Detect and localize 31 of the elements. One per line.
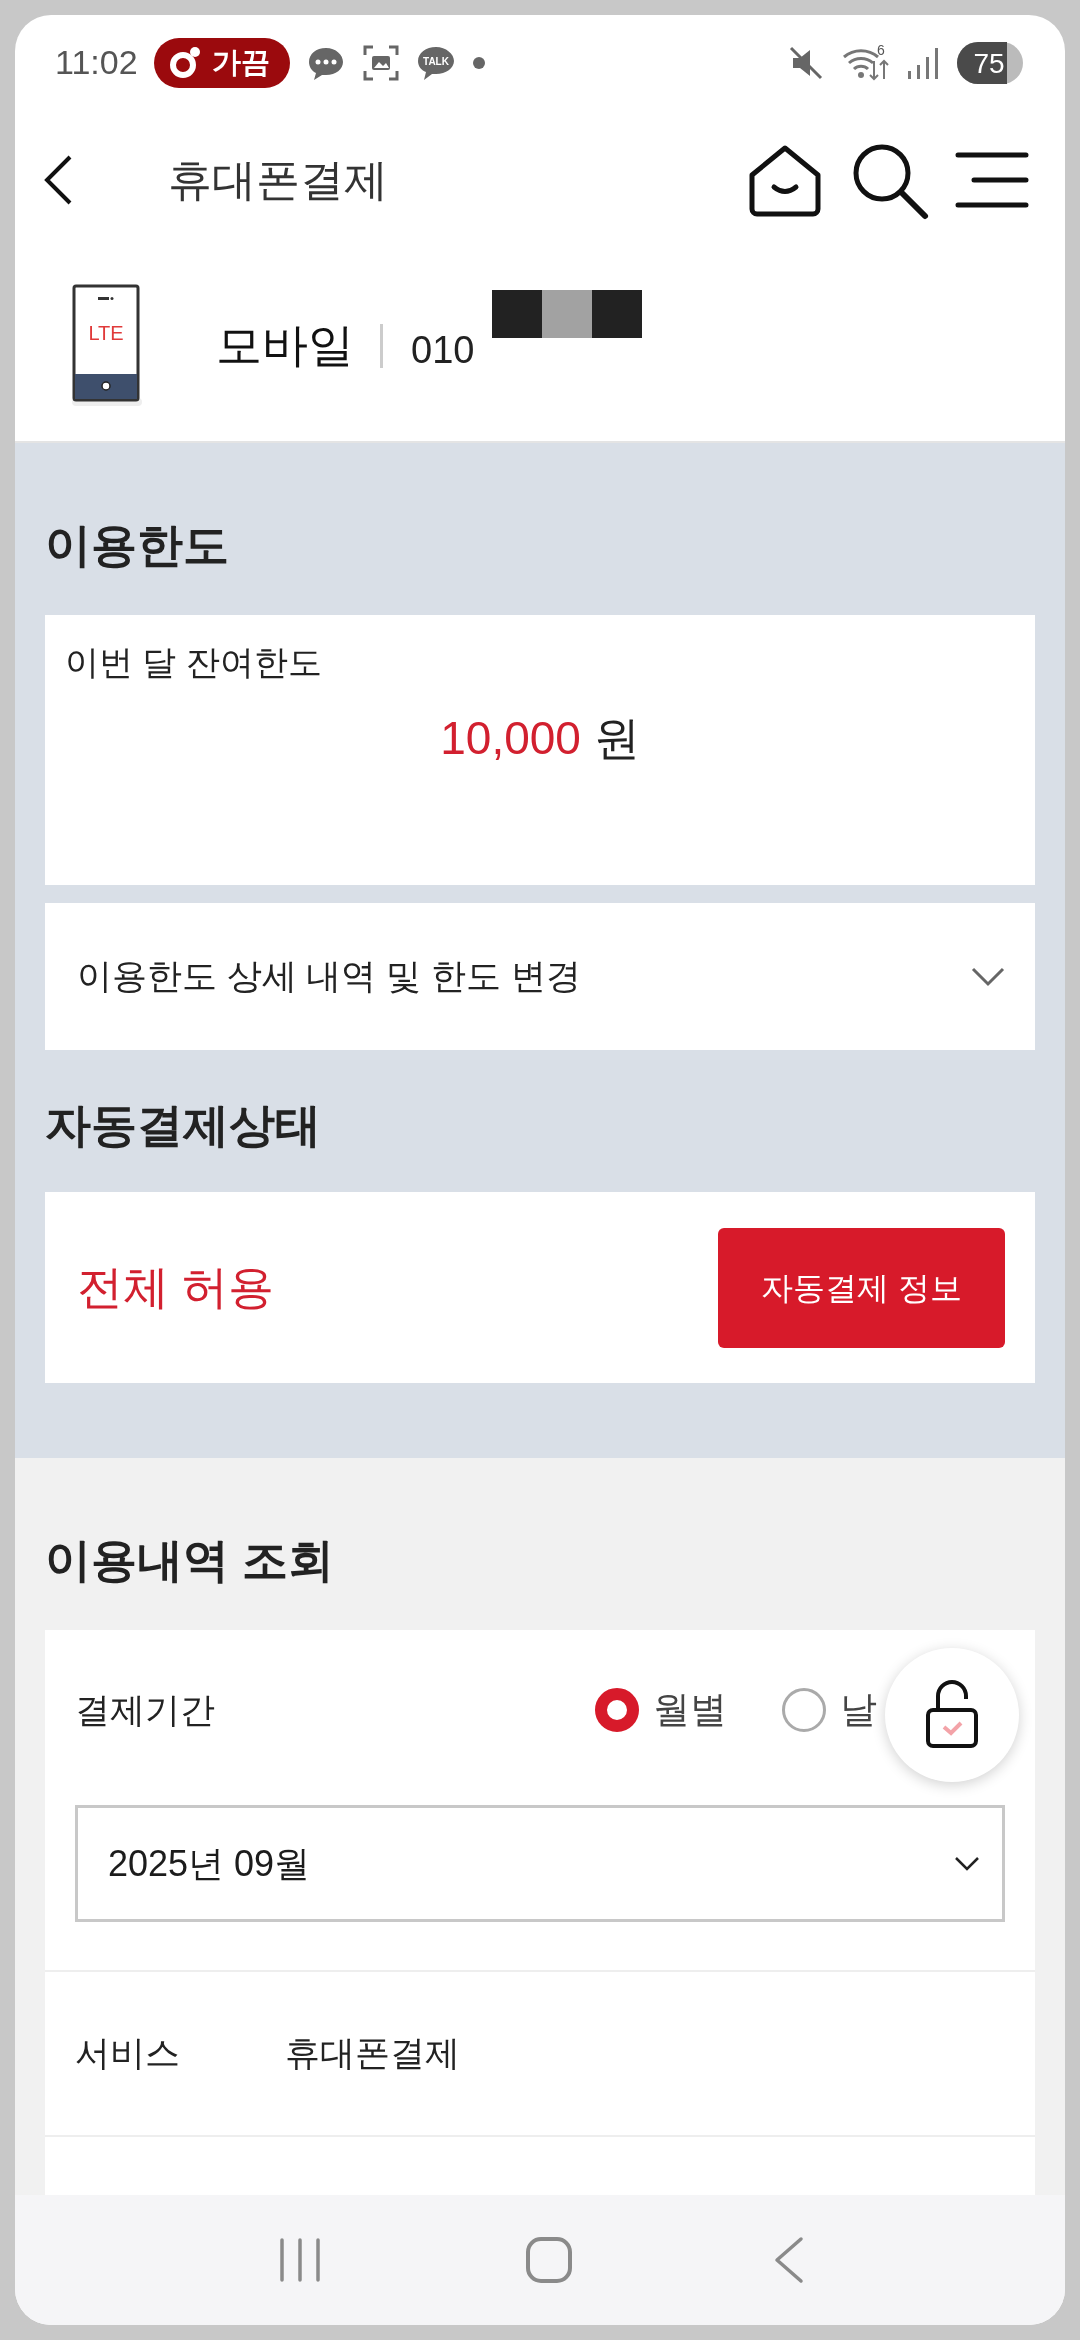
back-button[interactable] [43,154,73,206]
chevron-icon [971,966,1005,987]
limit-amount: 10,000 원 [439,711,641,766]
autopay-status: 전체 허용 [77,1260,274,1315]
home-button-icon[interactable] [525,2236,573,2284]
select-value: 2025년 09월 [108,1841,311,1886]
page-title: 휴대폰결제 [168,154,388,206]
pill-label: 가끔 [211,44,270,80]
period-radio[interactable]: 날 [782,1682,877,1738]
device-type: 모바일 [216,318,354,373]
record-icon [167,45,202,80]
lock-icon [924,1680,980,1750]
dot-icon [471,55,486,70]
battery-icon: 75 [957,41,1023,84]
clock-text: 11:02 [55,42,138,83]
limit-detail-accordion[interactable]: 이용한도 상세 내역 및 한도 변경 [45,903,1035,1050]
service-label: 서비스 [75,2032,181,2075]
service-value: 휴대폰결제 [285,2032,460,2075]
month-select[interactable]: 2025년 09월 [75,1805,1005,1922]
limit-label: 이번 달 잔여한도 [65,642,323,683]
period-label: 결제기간 [75,1688,215,1731]
screenshot-icon [361,43,400,82]
section-heading: 이용내역 조회 [45,1533,335,1588]
section-heading: 자동결제상태 [45,1098,322,1153]
chevron-icon [954,1855,980,1872]
back-nav-icon[interactable] [774,2236,805,2284]
phone-number: 010 [411,328,475,373]
period-radio[interactable]: 월별 [595,1682,727,1738]
menu-icon[interactable] [954,150,1030,210]
section-heading: 이용한도 [45,518,230,573]
autopay-info-button[interactable]: 자동결제 정보 [718,1227,1005,1348]
